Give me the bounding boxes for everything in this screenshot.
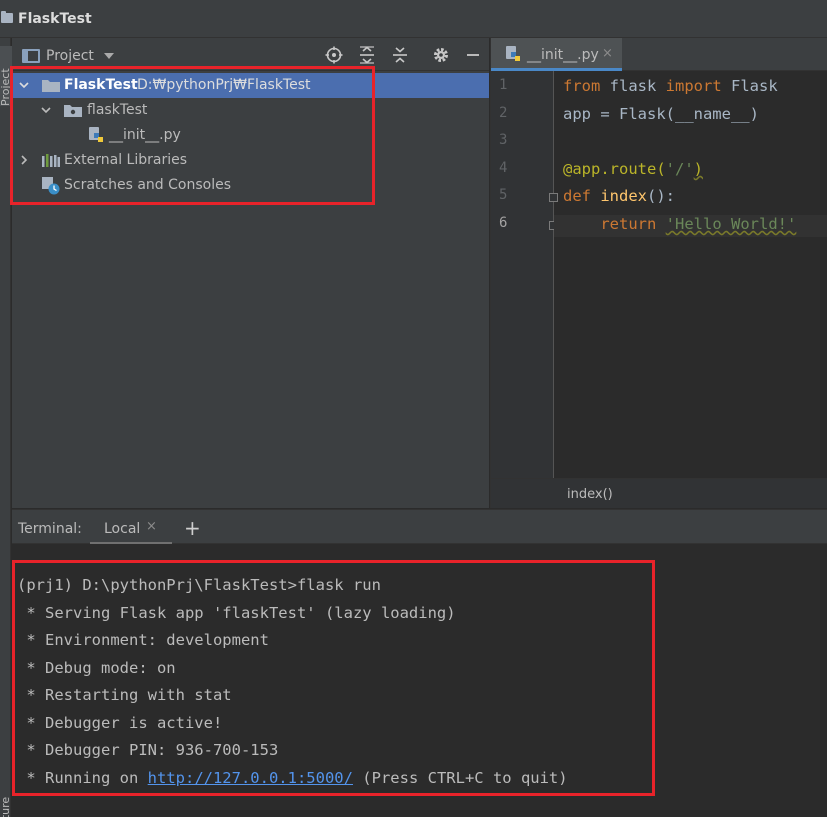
terminal-line: * Debugger is active! xyxy=(17,714,223,732)
code-token: import xyxy=(665,77,722,95)
terminal-output[interactable]: (prj1) D:\pythonPrj\FlaskTest>flask run … xyxy=(12,544,827,817)
editor-tab-init[interactable]: __init__.py × xyxy=(491,38,622,71)
code-token: '/' xyxy=(665,160,694,178)
line-number: 6 xyxy=(499,215,508,231)
python-file-icon xyxy=(89,127,103,142)
navigation-bar: FlaskTest xyxy=(0,0,827,38)
terminal-tab-local[interactable]: Local × xyxy=(90,510,172,545)
tree-label-flasktest: FlaskTest xyxy=(64,77,138,93)
code-token: @app.route( xyxy=(563,160,666,178)
tree-label-scratches: Scratches and Consoles xyxy=(64,177,231,193)
project-tool-window-button[interactable]: Project xyxy=(0,46,12,106)
tree-row-flasktest-root[interactable]: FlaskTest D:₩pythonPrj₩FlaskTest xyxy=(12,73,489,98)
code-line-5[interactable]: def index(): xyxy=(563,187,675,205)
code-token: ) xyxy=(693,160,703,178)
code-line-6[interactable]: return 'Hello World!' xyxy=(554,215,827,237)
tree-row-scratches[interactable]: Scratches and Consoles xyxy=(12,173,489,198)
left-tool-strip: Project Structure xyxy=(0,38,12,817)
line-number-gutter: 1 2 3 4 5 6 xyxy=(491,71,558,478)
line-number: 1 xyxy=(499,77,508,93)
code-line-4[interactable]: @app.route('/') xyxy=(563,160,703,178)
code-line-1[interactable]: from flask import Flask xyxy=(563,77,778,95)
folder-icon xyxy=(42,80,60,92)
code-line-2[interactable]: app = Flask(__name__) xyxy=(563,105,759,123)
close-icon[interactable]: × xyxy=(602,46,613,61)
terminal-tab-label: Local xyxy=(104,521,141,537)
code-token: return xyxy=(600,215,657,233)
terminal-line: (prj1) D:\pythonPrj\FlaskTest>flask run xyxy=(17,576,381,594)
terminal-title: Terminal: xyxy=(18,521,82,537)
breadcrumb[interactable]: index() xyxy=(567,487,613,502)
scratches-icon xyxy=(42,177,60,195)
chevron-down-icon[interactable] xyxy=(104,53,114,59)
code-editor: __init__.py × 1 2 3 4 5 6 from flask imp… xyxy=(490,38,827,508)
terminal-header: Terminal: Local × + xyxy=(12,509,827,545)
project-path: D:₩pythonPrj₩FlaskTest xyxy=(137,77,311,93)
line-number: 4 xyxy=(499,160,508,176)
chevron-right-icon[interactable] xyxy=(18,154,30,166)
terminal-line: * Debugger PIN: 936-700-153 xyxy=(17,741,279,759)
plus-icon[interactable]: + xyxy=(184,516,201,540)
code-token: (): xyxy=(647,187,676,205)
terminal-line: * Debug mode: on xyxy=(17,659,176,677)
fold-marker-icon[interactable] xyxy=(549,193,558,202)
structure-tool-window-button[interactable]: Structure xyxy=(0,778,12,817)
project-panel-header: Project xyxy=(12,38,489,71)
editor-tab-label: __init__.py xyxy=(527,47,599,63)
tree-label-external-libraries: External Libraries xyxy=(64,152,187,168)
code-token: 'Hello World!' xyxy=(665,215,797,233)
breadcrumb-bar: index() xyxy=(491,478,827,508)
code-token: flask xyxy=(600,77,666,95)
tree-row-init-file[interactable]: __init__.py xyxy=(12,123,489,148)
line-number: 5 xyxy=(499,187,508,203)
line-number: 3 xyxy=(499,132,508,148)
package-folder-icon xyxy=(64,105,82,117)
chevron-down-icon[interactable] xyxy=(18,79,30,91)
python-file-icon xyxy=(506,46,520,61)
project-view-icon xyxy=(22,49,40,63)
project-view-selector[interactable]: Project xyxy=(46,48,94,64)
code-token: def xyxy=(563,187,591,205)
project-panel: Project FlaskTest D:₩pythonPrj₩FlaskTest… xyxy=(12,38,489,508)
expand-all-icon[interactable] xyxy=(358,46,376,64)
terminal-line: * Environment: development xyxy=(17,631,269,649)
terminal-line-running: * Running on http://127.0.0.1:5000/ (Pre… xyxy=(17,769,568,787)
chevron-down-icon[interactable] xyxy=(40,104,52,116)
terminal-line: * Serving Flask app 'flaskTest' (lazy lo… xyxy=(17,604,456,622)
collapse-all-icon[interactable] xyxy=(391,46,409,64)
crosshair-icon[interactable] xyxy=(325,46,343,64)
minimize-icon[interactable] xyxy=(464,46,482,64)
code-token: Flask xyxy=(721,77,778,95)
tree-row-flasktest-package[interactable]: flaskTest xyxy=(12,98,489,123)
tree-row-external-libraries[interactable]: External Libraries xyxy=(12,148,489,173)
gear-icon[interactable] xyxy=(432,46,450,64)
editor-tab-bar: __init__.py × xyxy=(491,38,827,71)
close-icon[interactable]: × xyxy=(146,519,157,534)
server-url-link[interactable]: http://127.0.0.1:5000/ xyxy=(148,769,353,787)
terminal-text: (Press CTRL+C to quit) xyxy=(352,769,568,787)
libraries-icon xyxy=(42,154,60,167)
code-token: index xyxy=(600,187,648,205)
tree-label-flasktest-package: flaskTest xyxy=(87,102,148,118)
terminal-text: * Running on xyxy=(17,769,148,787)
folder-icon xyxy=(1,11,13,23)
window-title[interactable]: FlaskTest xyxy=(18,11,92,27)
line-number: 2 xyxy=(499,105,508,121)
terminal-line: * Restarting with stat xyxy=(17,686,232,704)
code-token: from xyxy=(563,77,601,95)
tree-label-init-file: __init__.py xyxy=(109,127,181,143)
